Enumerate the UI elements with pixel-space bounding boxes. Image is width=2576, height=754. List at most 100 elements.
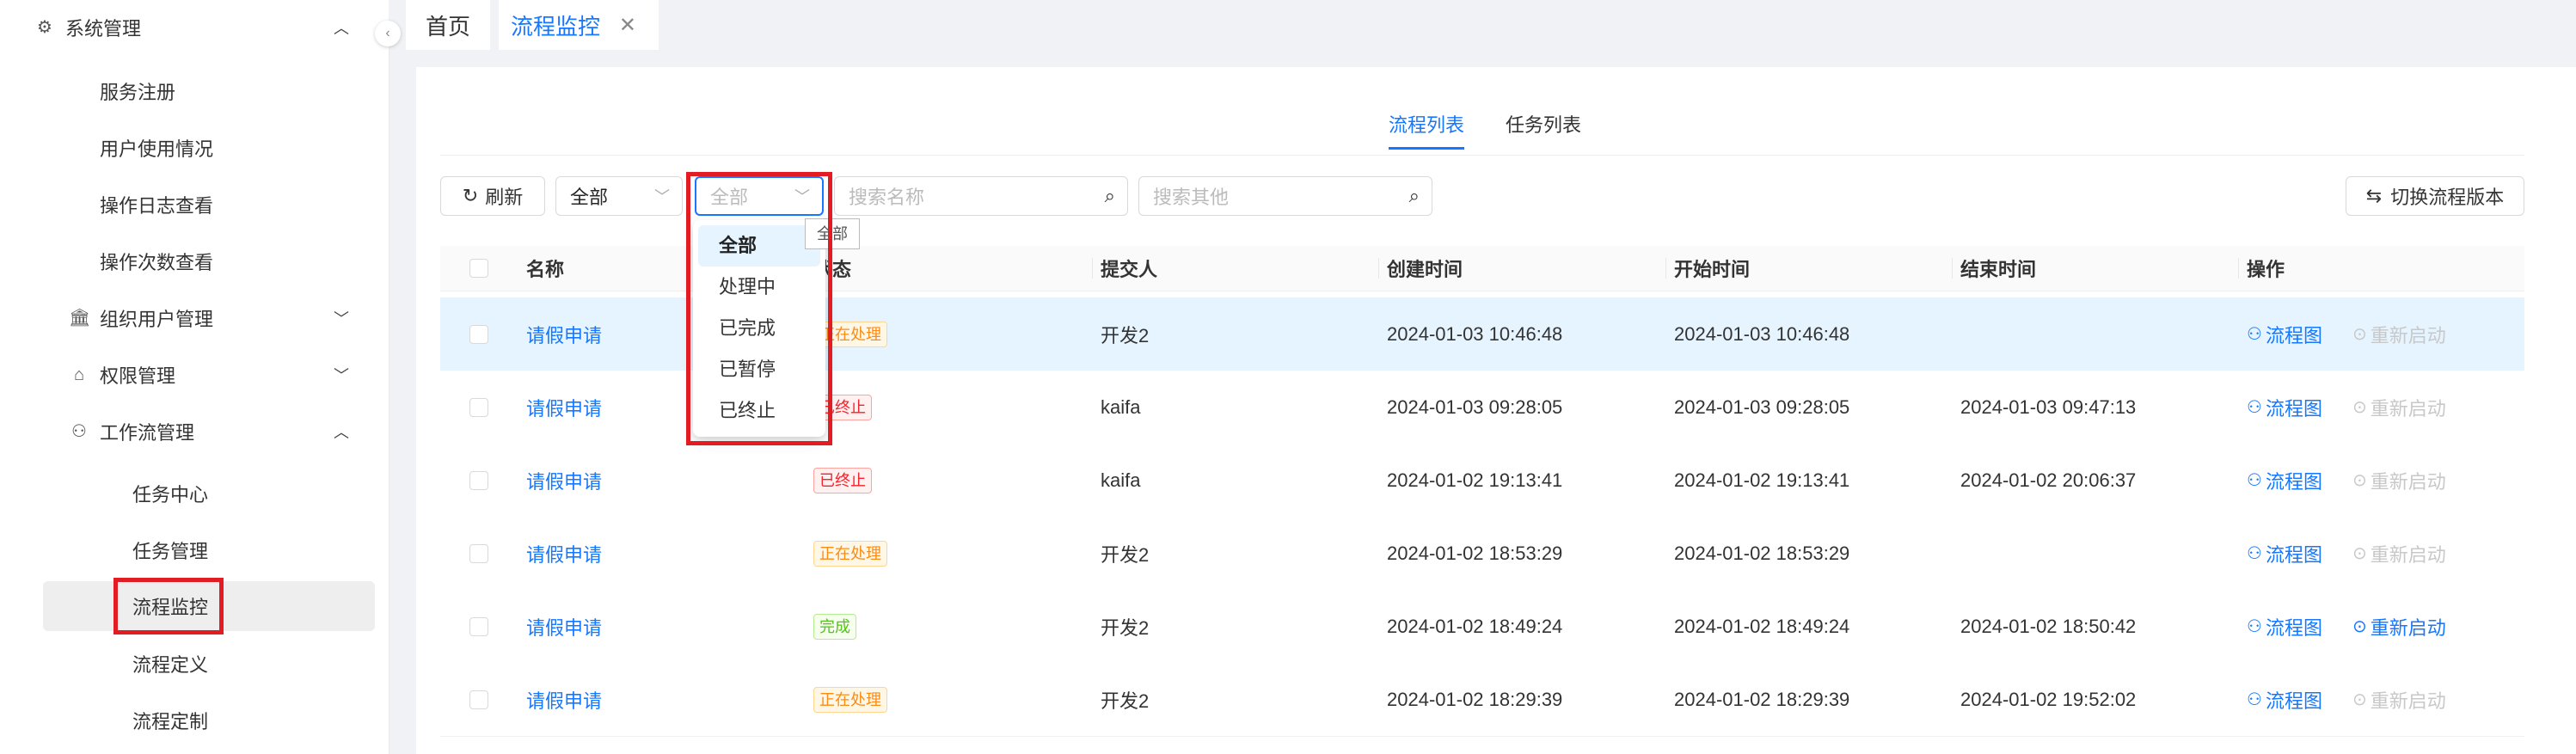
switch-version-button[interactable]: ⇆ 切换流程版本: [2346, 176, 2524, 216]
workflow-icon: ⚇: [71, 422, 87, 441]
start-time-cell: 2024-01-03 09:28:05: [1674, 395, 1850, 418]
row-checkbox[interactable]: [469, 663, 488, 736]
search-icon[interactable]: ⌕: [1105, 185, 1115, 207]
collapse-sidebar-button[interactable]: ‹: [375, 21, 401, 46]
status-dropdown: 全部 处理中 已完成 已暂停 已终止: [693, 220, 825, 437]
menu-service-registry[interactable]: 服务注册: [0, 74, 389, 108]
refresh-icon: ↻: [462, 185, 479, 206]
status-select[interactable]: 全部 ﹀: [695, 176, 824, 216]
menu-label: 流程定义: [132, 654, 209, 676]
table-row[interactable]: 请假申请 正在处理 开发2 2024-01-02 18:53:29 2024-01-02…: [440, 517, 2524, 591]
search-placeholder: 搜索名称: [849, 187, 925, 208]
restart-button[interactable]: ⊙ 重新启动: [2352, 663, 2446, 736]
menu-process-monitor[interactable]: 流程监控: [43, 581, 375, 631]
process-name-link[interactable]: 请假申请: [526, 663, 602, 736]
submitter-cell: 开发2: [1101, 616, 1150, 639]
restart-button[interactable]: ⊙ 重新启动: [2352, 297, 2446, 371]
status-cell: 正在处理: [813, 517, 887, 590]
chevron-down-icon: ﹀: [334, 367, 349, 384]
tab-process-monitor[interactable]: 流程监控 ✕: [499, 0, 659, 50]
menu-permission[interactable]: ⌂ 权限管理 ﹀: [0, 358, 389, 392]
menu-process-definition[interactable]: 流程定义: [0, 647, 389, 681]
tab-bar: 首页 流程监控 ✕: [389, 0, 2576, 50]
process-name-link[interactable]: 请假申请: [526, 590, 602, 663]
menu-operation-count[interactable]: 操作次数查看: [0, 244, 389, 279]
tab-home[interactable]: 首页: [406, 0, 490, 50]
flowchart-link[interactable]: ⚇ 流程图: [2247, 517, 2322, 590]
table-row[interactable]: 请假申请 正在处理 开发2 2024-01-02 18:29:39 2024-01-02…: [440, 663, 2524, 737]
chevron-up-icon: ︿: [334, 20, 349, 37]
tab-task-list[interactable]: 任务列表: [1506, 110, 1581, 150]
select-all-checkbox[interactable]: [469, 246, 488, 291]
flowchart-link[interactable]: ⚇ 流程图: [2247, 444, 2322, 517]
sub-tabs: 流程列表 任务列表: [1389, 110, 1581, 150]
menu-label: 用户使用情况: [100, 138, 214, 160]
start-time-cell: 2024-01-02 18:53:29: [1674, 542, 1850, 564]
menu-label: 流程定制: [132, 711, 209, 733]
option-all[interactable]: 全部: [698, 225, 820, 267]
option-paused[interactable]: 已暂停: [698, 349, 820, 390]
filter-select[interactable]: 全部 ﹀: [555, 176, 683, 216]
menu-task-management[interactable]: 任务管理: [0, 533, 389, 567]
row-checkbox[interactable]: [469, 444, 488, 517]
status-badge: 正在处理: [813, 686, 887, 713]
menu-task-center[interactable]: 任务中心: [0, 476, 389, 511]
start-time-cell: 2024-01-03 10:46:48: [1674, 322, 1850, 345]
flowchart-link[interactable]: ⚇ 流程图: [2247, 663, 2322, 736]
play-circle-icon: ⊙: [2352, 325, 2367, 344]
process-name-link[interactable]: 请假申请: [526, 297, 602, 371]
restart-button[interactable]: ⊙ 重新启动: [2352, 444, 2446, 517]
menu-org-user[interactable]: 🏛 组织用户管理 ﹀: [0, 301, 389, 335]
flowchart-icon: ⚇: [2247, 398, 2262, 417]
restart-label: 重新启动: [2370, 470, 2446, 493]
option-terminated[interactable]: 已终止: [698, 390, 820, 432]
row-checkbox[interactable]: [469, 297, 488, 371]
submitter-cell: 开发2: [1101, 324, 1150, 346]
refresh-button[interactable]: ↻ 刷新: [440, 176, 545, 216]
tab-label: 流程监控: [511, 13, 601, 40]
row-checkbox[interactable]: [469, 590, 488, 663]
menu-system-management[interactable]: ⚙ 系统管理 ︿: [0, 10, 389, 45]
flowchart-link[interactable]: ⚇ 流程图: [2247, 371, 2322, 444]
submitter-cell: 开发2: [1101, 690, 1150, 712]
menu-label: 组织用户管理: [100, 309, 214, 330]
search-name-input[interactable]: 搜索名称 ⌕: [834, 176, 1128, 216]
play-circle-icon: ⊙: [2352, 617, 2367, 636]
created-time-cell: 2024-01-03 10:46:48: [1387, 322, 1563, 345]
process-name-link[interactable]: 请假申请: [526, 371, 602, 444]
flowchart-link[interactable]: ⚇ 流程图: [2247, 297, 2322, 371]
restart-label: 重新启动: [2370, 690, 2446, 712]
table-row[interactable]: 请假申请 已终止 kaifa 2024-01-02 19:13:41 2024-01-0…: [440, 444, 2524, 518]
search-other-input[interactable]: 搜索其他 ⌕: [1138, 176, 1432, 216]
row-checkbox[interactable]: [469, 371, 488, 444]
play-circle-icon: ⊙: [2352, 544, 2367, 563]
col-submitter: 提交人: [1101, 259, 1158, 280]
menu-operation-log[interactable]: 操作日志查看: [0, 187, 389, 222]
process-name-link[interactable]: 请假申请: [526, 444, 602, 517]
search-icon[interactable]: ⌕: [1409, 185, 1420, 207]
restart-label: 重新启动: [2370, 616, 2446, 639]
created-time-cell: 2024-01-02 18:49:24: [1387, 615, 1563, 637]
tab-process-list[interactable]: 流程列表: [1389, 110, 1465, 150]
menu-process-custom[interactable]: 流程定制: [0, 703, 389, 738]
col-name: 名称: [526, 259, 565, 280]
flowchart-label: 流程图: [2265, 397, 2322, 420]
end-time-cell: 2024-01-02 20:06:37: [1960, 469, 2137, 491]
restart-button[interactable]: ⊙ 重新启动: [2352, 371, 2446, 444]
flowchart-label: 流程图: [2265, 470, 2322, 493]
status-badge: 完成: [813, 613, 856, 640]
row-checkbox[interactable]: [469, 517, 488, 590]
status-badge: 正在处理: [813, 540, 887, 567]
close-icon[interactable]: ✕: [619, 13, 636, 38]
option-completed[interactable]: 已完成: [698, 308, 820, 349]
restart-button[interactable]: ⊙ 重新启动: [2352, 517, 2446, 590]
menu-workflow[interactable]: ⚇ 工作流管理 ︿: [0, 414, 389, 449]
chevron-down-icon: ﹀: [334, 310, 349, 328]
process-name-link[interactable]: 请假申请: [526, 517, 602, 590]
restart-button[interactable]: ⊙ 重新启动: [2352, 590, 2446, 663]
option-processing[interactable]: 处理中: [698, 267, 820, 308]
flowchart-link[interactable]: ⚇ 流程图: [2247, 590, 2322, 663]
table-row[interactable]: 请假申请 完成 开发2 2024-01-02 18:49:24 2024-01-02 1…: [440, 590, 2524, 664]
chevron-down-icon: ﹀: [794, 188, 810, 205]
menu-user-usage[interactable]: 用户使用情况: [0, 131, 389, 165]
